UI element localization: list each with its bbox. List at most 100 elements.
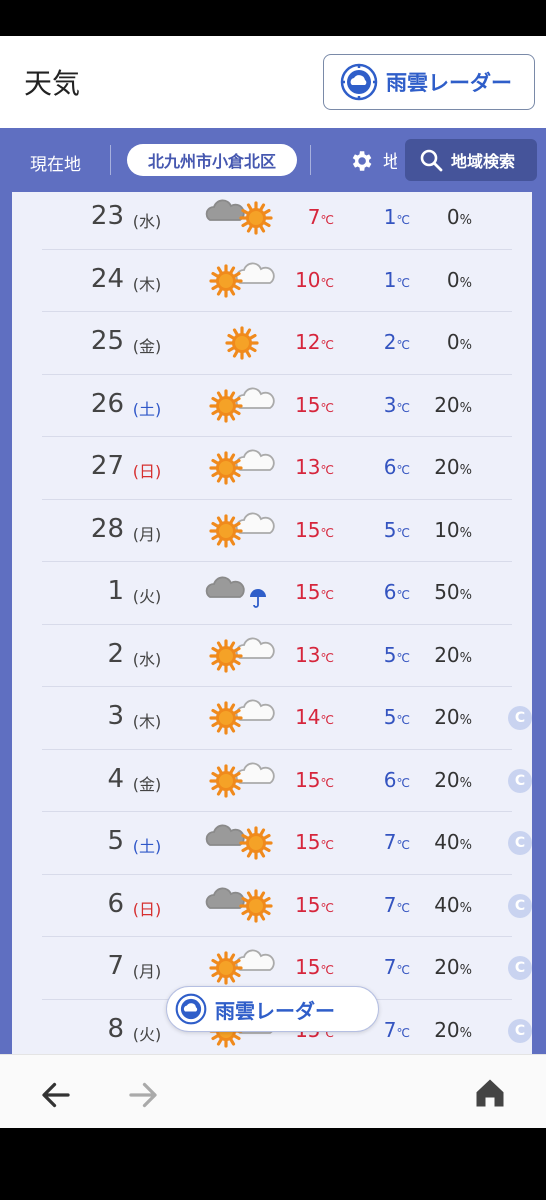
high-temp: 15℃ (295, 955, 334, 979)
low-temp: 1℃ (383, 205, 410, 229)
forecast-row[interactable]: 23 (水) 7℃ 1℃ 0% (42, 192, 512, 250)
precipitation-probability: 20% (434, 705, 472, 729)
forecast-weekday: (日) (132, 462, 162, 481)
forecast-row[interactable]: 28 (月) 15℃ 5℃ 10% (42, 500, 512, 562)
search-icon (420, 149, 443, 172)
app-header: 天気 雨雲レーダー (0, 36, 546, 128)
forecast-weekday: (金) (132, 337, 162, 356)
forecast-weekday: (日) (132, 899, 162, 919)
area-search-label: 地域検索 (451, 152, 516, 171)
forecast-day: 28 (90, 513, 124, 544)
low-temp: 6℃ (383, 767, 410, 792)
low-temp: 5℃ (383, 642, 410, 667)
sunny-then-cloudy-icon (202, 696, 282, 740)
high-temp: 7℃ (307, 205, 334, 229)
forecast-weekday: (水) (132, 212, 162, 231)
home-icon[interactable] (472, 1075, 508, 1111)
gear-icon[interactable] (348, 148, 374, 174)
forecast-row[interactable]: 2 (水) 13℃ 5℃ 20% (42, 625, 512, 687)
forecast-list: 23 (水) 7℃ 1℃ 0% 24 (木) 10℃ 1℃ 0% 25 (金) 12℃ 2℃ 0% 26 (土)… (42, 192, 532, 1054)
forecast-row[interactable]: 25 (金) 12℃ 2℃ 0% (42, 312, 512, 375)
forecast-weekday: (火) (132, 587, 162, 606)
forecast-row[interactable]: 1 (火) 15℃ 6℃ 50% (42, 562, 512, 625)
cloudy-then-sunny-icon (202, 821, 282, 865)
forecast-day: 25 (90, 326, 124, 356)
forecast-weekday: (土) (132, 399, 162, 419)
low-temp: 6℃ (383, 580, 410, 604)
forecast-weekday: (火) (132, 1024, 162, 1044)
back-arrow-icon[interactable] (38, 1077, 74, 1113)
high-temp: 12℃ (295, 330, 334, 354)
forecast-row[interactable]: 5 (土) 15℃ 7℃ 40% C (42, 812, 532, 875)
forecast-day: 2 (107, 638, 124, 669)
forward-arrow-icon[interactable] (125, 1077, 161, 1113)
precipitation-probability: 0% (446, 205, 472, 229)
precipitation-probability: 0% (446, 267, 472, 292)
floating-rain-radar-label: 雨雲レーダー (215, 998, 335, 1023)
forecast-day: 24 (90, 263, 124, 294)
forecast-scroll-area[interactable]: 23 (水) 7℃ 1℃ 0% 24 (木) 10℃ 1℃ 0% 25 (金) 12℃ 2℃ 0% 26 (土)… (0, 192, 546, 1054)
confidence-badge: C (508, 706, 532, 730)
low-temp: 7℃ (383, 1017, 410, 1042)
high-temp: 15℃ (295, 830, 334, 854)
cloudy-then-rain-icon (202, 571, 282, 615)
high-temp: 13℃ (295, 455, 334, 479)
forecast-weekday: (金) (132, 774, 162, 794)
low-temp: 6℃ (383, 455, 410, 479)
forecast-row[interactable]: 24 (木) 10℃ 1℃ 0% (42, 250, 512, 312)
confidence-badge: C (508, 768, 532, 793)
status-bar (0, 0, 546, 36)
forecast-day: 4 (107, 763, 124, 794)
forecast-row[interactable]: 27 (日) 13℃ 6℃ 20% (42, 437, 512, 500)
high-temp: 10℃ (295, 267, 334, 292)
area-search-button[interactable]: 地域検索 (405, 139, 537, 181)
forecast-day: 1 (107, 576, 124, 606)
forecast-row[interactable]: 26 (土) 15℃ 3℃ 20% (42, 375, 512, 437)
sunny-then-cloudy-icon (202, 509, 282, 553)
forecast-day: 23 (90, 201, 124, 231)
high-temp: 15℃ (295, 517, 334, 542)
precipitation-probability: 20% (434, 1017, 472, 1042)
forecast-day: 7 (107, 951, 124, 981)
floating-rain-radar-button[interactable]: 雨雲レーダー (166, 986, 379, 1032)
high-temp: 15℃ (295, 767, 334, 792)
precipitation-probability: 50% (434, 580, 472, 604)
sunny-then-cloudy-icon (202, 634, 282, 678)
precipitation-probability: 20% (434, 955, 472, 979)
divider (310, 145, 311, 175)
forecast-day: 27 (90, 451, 124, 481)
precipitation-probability: 40% (434, 892, 472, 917)
sunny-then-cloudy-icon (202, 384, 282, 428)
precipitation-probability: 10% (434, 517, 472, 542)
page-title: 天気 (24, 67, 81, 100)
confidence-badge: C (508, 956, 532, 980)
current-location-tab[interactable]: 現在地 (30, 150, 81, 175)
cloudy-then-sunny-icon (202, 884, 282, 928)
low-temp: 7℃ (383, 830, 410, 854)
cloudy-then-sunny-icon (202, 196, 282, 240)
high-temp: 13℃ (295, 642, 334, 667)
forecast-day: 6 (107, 888, 124, 919)
location-tab-truncated[interactable]: 地 (383, 148, 397, 174)
divider (110, 145, 111, 175)
sunny-then-cloudy-icon (202, 259, 282, 303)
selected-location-tab[interactable]: 北九州市小倉北区 (127, 144, 297, 176)
radar-icon (340, 63, 378, 101)
precipitation-probability: 40% (434, 830, 472, 854)
sunny-then-cloudy-icon (202, 759, 282, 803)
rain-radar-label: 雨雲レーダー (386, 71, 512, 95)
forecast-row[interactable]: 3 (木) 14℃ 5℃ 20% C (42, 687, 532, 750)
forecast-row[interactable]: 4 (金) 15℃ 6℃ 20% C (42, 750, 532, 812)
low-temp: 2℃ (383, 330, 410, 354)
forecast-row[interactable]: 6 (日) 15℃ 7℃ 40% C (42, 875, 532, 937)
confidence-badge: C (508, 1018, 532, 1043)
browser-nav-bar (0, 1054, 546, 1128)
high-temp: 15℃ (295, 892, 334, 917)
low-temp: 5℃ (383, 517, 410, 542)
radar-icon (175, 993, 207, 1025)
forecast-day: 5 (107, 826, 124, 856)
rain-radar-button[interactable]: 雨雲レーダー (323, 54, 535, 110)
high-temp: 15℃ (295, 580, 334, 604)
forecast-day: 26 (90, 388, 124, 419)
forecast-weekday: (木) (132, 712, 162, 731)
